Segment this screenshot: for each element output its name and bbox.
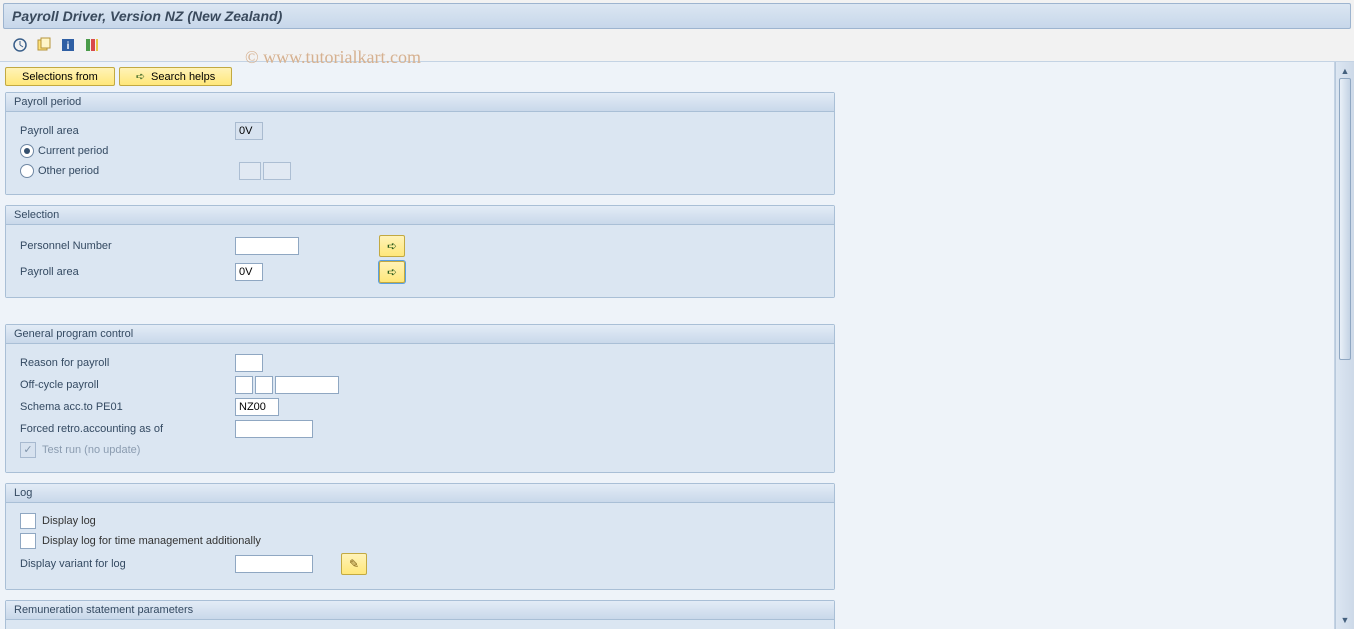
selections-from-button[interactable]: Selections from [5, 67, 115, 86]
group-log: Log Display log Display log for time man… [5, 483, 835, 590]
radio-current-period-label: Current period [38, 145, 108, 157]
multi-select-personnel-button[interactable]: ➪ [379, 235, 405, 257]
checkbox-display-log[interactable] [20, 513, 36, 529]
action-button-row: Selections from ➪ Search helps [5, 67, 1329, 86]
input-other-period-2[interactable] [263, 162, 291, 180]
input-display-variant[interactable] [235, 555, 313, 573]
group-selection: Selection Personnel Number ➪ Payroll are… [5, 205, 835, 298]
search-helps-label: Search helps [151, 71, 215, 83]
label-payroll-area-2: Payroll area [16, 266, 235, 278]
input-schema[interactable] [235, 398, 279, 416]
arrow-right-icon: ➪ [387, 265, 397, 279]
group-title-general: General program control [6, 325, 834, 344]
selections-from-label: Selections from [22, 71, 98, 83]
group-title-selection: Selection [6, 206, 834, 225]
arrow-right-icon: ➪ [136, 70, 145, 83]
label-personnel-number: Personnel Number [16, 240, 235, 252]
input-offcycle-2[interactable] [255, 376, 273, 394]
pencil-icon: ✎ [349, 557, 359, 571]
svg-text:i: i [67, 41, 70, 52]
label-schema: Schema acc.to PE01 [16, 401, 235, 413]
scroll-up-arrow-icon[interactable]: ▲ [1339, 66, 1351, 78]
label-display-variant: Display variant for log [16, 558, 235, 570]
input-reason[interactable] [235, 354, 263, 372]
input-personnel-number[interactable] [235, 237, 299, 255]
content-area: Selections from ➪ Search helps Payroll p… [0, 62, 1335, 629]
checkbox-display-log-tm[interactable] [20, 533, 36, 549]
info-icon[interactable]: i [59, 36, 77, 54]
radio-other-period[interactable]: Other period [16, 164, 235, 178]
label-display-log-tm: Display log for time management addition… [36, 535, 261, 547]
multi-select-payroll-area-button[interactable]: ➪ [379, 261, 405, 283]
page-title: Payroll Driver, Version NZ (New Zealand) [3, 3, 1351, 29]
execute-icon[interactable] [11, 36, 29, 54]
input-offcycle-1[interactable] [235, 376, 253, 394]
edit-variant-button[interactable]: ✎ [341, 553, 367, 575]
group-remuneration: Remuneration statement parameters Displa… [5, 600, 835, 629]
checkbox-test-run: ✓ [20, 442, 36, 458]
vertical-scrollbar[interactable]: ▲ ▼ [1335, 62, 1354, 629]
input-payroll-area-2[interactable] [235, 263, 263, 281]
radio-icon [20, 164, 34, 178]
group-title-payroll-period: Payroll period [6, 93, 834, 112]
content-wrap: Selections from ➪ Search helps Payroll p… [0, 61, 1354, 629]
group-title-remuneration: Remuneration statement parameters [6, 601, 834, 620]
input-forced-retro[interactable] [235, 420, 313, 438]
search-helps-button[interactable]: ➪ Search helps [119, 67, 232, 86]
input-other-period-1[interactable] [239, 162, 261, 180]
label-offcycle: Off-cycle payroll [16, 379, 235, 391]
arrow-right-icon: ➪ [387, 239, 397, 253]
group-payroll-period: Payroll period Payroll area Current peri… [5, 92, 835, 195]
scroll-thumb[interactable] [1339, 78, 1351, 360]
ag-icon[interactable] [83, 36, 101, 54]
label-forced-retro: Forced retro.accounting as of [16, 423, 235, 435]
label-payroll-area: Payroll area [16, 125, 235, 137]
group-title-log: Log [6, 484, 834, 503]
label-test-run: Test run (no update) [36, 444, 140, 456]
variant-icon[interactable] [35, 36, 53, 54]
scroll-down-arrow-icon[interactable]: ▼ [1339, 615, 1351, 627]
radio-other-period-label: Other period [38, 165, 99, 177]
input-offcycle-3[interactable] [275, 376, 339, 394]
label-display-log: Display log [36, 515, 96, 527]
input-payroll-area[interactable] [235, 122, 263, 140]
group-general-control: General program control Reason for payro… [5, 324, 835, 473]
app-toolbar: i [3, 32, 1351, 58]
radio-current-period[interactable]: Current period [16, 144, 108, 158]
label-reason: Reason for payroll [16, 357, 235, 369]
radio-icon [20, 144, 34, 158]
